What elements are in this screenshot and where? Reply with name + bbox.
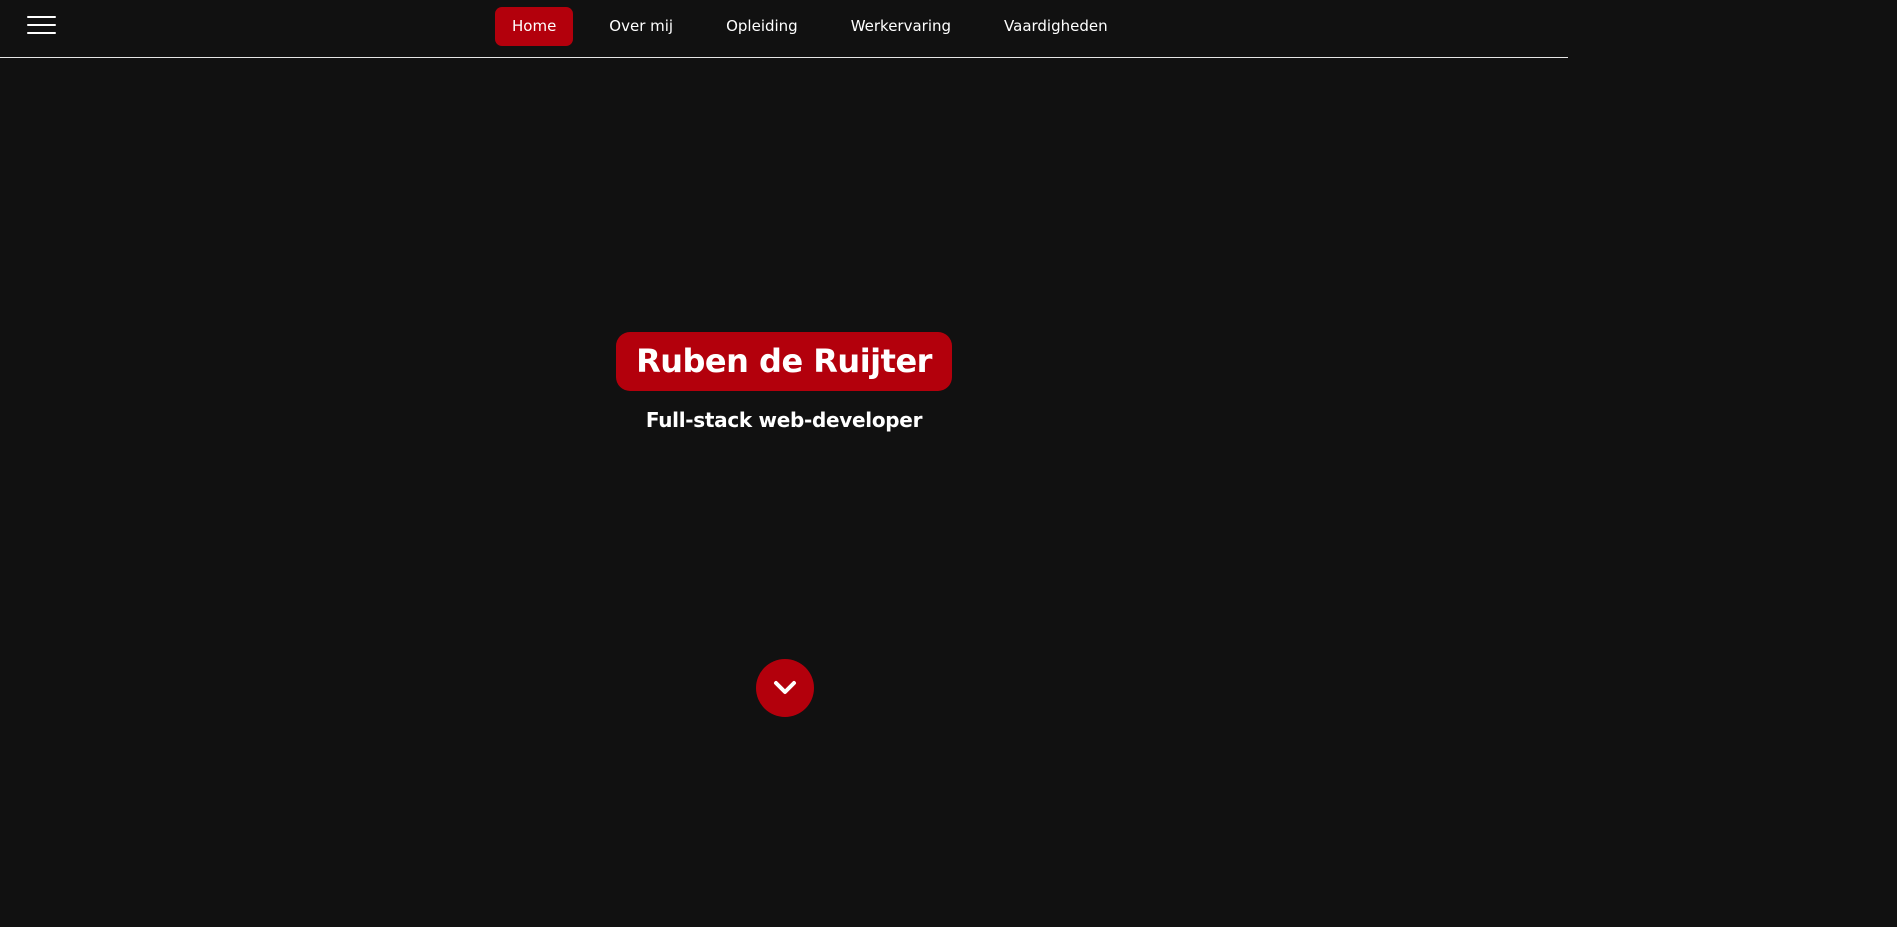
scroll-down-button[interactable] xyxy=(756,659,814,717)
nav-opleiding-link[interactable]: Opleiding xyxy=(709,7,815,46)
nav-home-link[interactable]: Home xyxy=(495,7,574,46)
hamburger-line xyxy=(27,24,56,26)
hamburger-menu-icon[interactable] xyxy=(27,16,56,35)
nav-over-mij-link[interactable]: Over mij xyxy=(592,7,690,46)
hamburger-line xyxy=(27,16,56,18)
hamburger-line xyxy=(27,32,56,34)
nav-werkervaring-link[interactable]: Werkervaring xyxy=(834,7,968,46)
nav-vaardigheden-link[interactable]: Vaardigheden xyxy=(987,7,1125,46)
hero-name-title: Ruben de Ruijter xyxy=(616,332,952,391)
hero-role-subtitle: Full-stack web-developer xyxy=(645,408,923,432)
chevron-down-icon xyxy=(774,681,796,694)
main-nav: Home Over mij Opleiding Werkervaring Vaa… xyxy=(495,7,1127,46)
top-navigation-bar: Home Over mij Opleiding Werkervaring Vaa… xyxy=(0,0,1568,58)
hero-section: Ruben de Ruijter Full-stack web-develope… xyxy=(0,332,1568,432)
